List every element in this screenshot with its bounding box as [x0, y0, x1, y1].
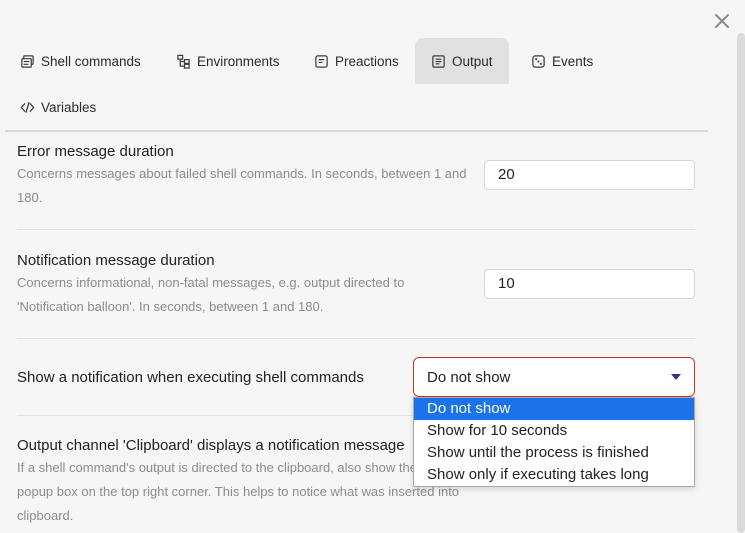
tabs-divider	[5, 130, 708, 132]
show-notification-select[interactable]: Do not show	[413, 357, 695, 397]
preactions-icon	[314, 54, 329, 69]
tab-label: Output	[452, 53, 493, 69]
dropdown-option[interactable]: Show for 10 seconds	[414, 420, 694, 442]
tab-label: Preactions	[335, 53, 399, 69]
setting-name: Notification message duration	[17, 252, 215, 269]
select-value: Do not show	[427, 369, 511, 386]
dropdown-option[interactable]: Show only if executing takes long	[414, 464, 694, 486]
events-icon	[531, 54, 546, 69]
tab-label: Variables	[41, 99, 97, 115]
environments-icon	[176, 54, 191, 69]
shell-commands-icon	[20, 54, 35, 69]
dropdown-option[interactable]: Do not show	[414, 398, 694, 420]
setting-description: Concerns informational, non-fatal messag…	[17, 275, 405, 314]
show-notification-dropdown: Do not show Show for 10 seconds Show unt…	[413, 397, 695, 487]
tab-variables[interactable]: Variables	[14, 84, 102, 130]
tab-label: Environments	[197, 53, 280, 69]
tab-preactions[interactable]: Preactions	[308, 38, 405, 84]
setting-description: Concerns messages about failed shell com…	[17, 166, 467, 205]
variables-icon	[20, 100, 35, 115]
tab-output[interactable]: Output	[415, 38, 509, 84]
dropdown-option[interactable]: Show until the process is finished	[414, 442, 694, 464]
notification-duration-input[interactable]: 10	[484, 269, 695, 299]
close-button[interactable]	[711, 10, 733, 32]
scrollbar[interactable]	[737, 33, 745, 533]
tab-label: Events	[552, 53, 594, 69]
tab-environments[interactable]: Environments	[170, 38, 286, 84]
setting-name: Error message duration	[17, 143, 174, 160]
tab-events[interactable]: Events	[525, 38, 599, 84]
chevron-down-icon	[671, 374, 681, 380]
error-duration-input[interactable]: 20	[484, 160, 695, 190]
tab-label: Shell commands	[41, 53, 141, 69]
close-icon	[715, 14, 729, 28]
tab-shell-commands[interactable]: Shell commands	[14, 38, 147, 84]
output-icon	[431, 54, 446, 69]
divider	[17, 229, 695, 230]
divider	[17, 338, 695, 339]
